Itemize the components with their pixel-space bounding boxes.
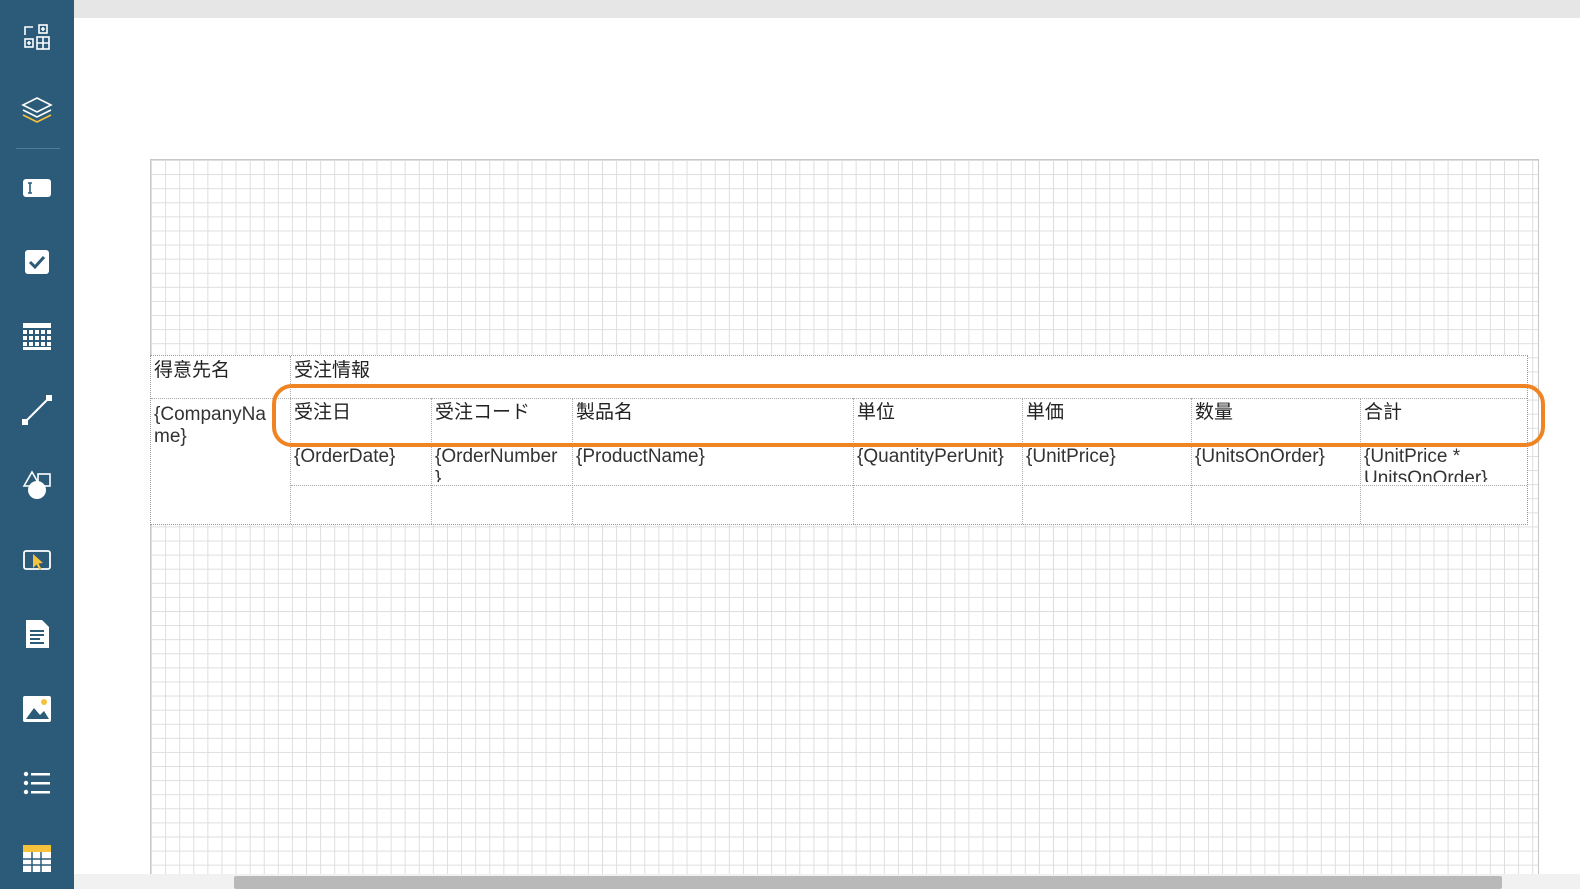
field-total-expression[interactable]: {UnitPrice * UnitsOnOrder} — [1364, 446, 1524, 482]
table-grid-icon[interactable] — [0, 306, 74, 366]
field-product-name[interactable]: {ProductName} — [576, 446, 850, 482]
toolbox-sidebar — [0, 0, 74, 889]
line-icon[interactable] — [0, 380, 74, 440]
column-header-highlight — [272, 384, 1545, 447]
field-unit-price[interactable]: {UnitPrice} — [1026, 446, 1188, 482]
field-unit-price-text: {UnitPrice} — [1026, 446, 1116, 467]
header-customer-name[interactable]: 得意先名 — [154, 360, 230, 382]
field-total-line1: {UnitPrice * — [1364, 446, 1461, 467]
tablix-icon[interactable] — [0, 828, 74, 888]
customer-name-field-line1: {CompanyNa — [154, 404, 266, 425]
image-icon[interactable] — [0, 679, 74, 739]
field-order-number[interactable]: {OrderNumber } — [435, 446, 569, 482]
sidebar-separator — [16, 148, 60, 149]
richtext-icon[interactable] — [0, 604, 74, 664]
shape-icon[interactable] — [0, 455, 74, 515]
customer-name-field-line2: me} — [154, 426, 187, 447]
textbox-icon[interactable] — [0, 158, 74, 218]
field-quantity-per-unit[interactable]: {QuantityPerUnit} — [857, 446, 1019, 482]
top-toolbar-strip — [74, 0, 1580, 18]
header-order-info[interactable]: 受注情報 — [294, 360, 370, 382]
field-order-date[interactable]: {OrderDate} — [294, 446, 428, 482]
field-units-on-order-text: {UnitsOnOrder} — [1195, 446, 1325, 467]
layers-icon[interactable] — [0, 80, 74, 140]
list-icon[interactable] — [0, 753, 74, 813]
checkbox-icon[interactable] — [0, 232, 74, 292]
field-order-number-line2: } — [435, 468, 442, 482]
field-product-name-text: {ProductName} — [576, 446, 705, 467]
horizontal-scrollbar-thumb[interactable] — [234, 876, 1502, 889]
field-quantity-per-unit-text: {QuantityPerUnit} — [857, 446, 1004, 467]
row-divider — [291, 485, 1527, 486]
field-units-on-order[interactable]: {UnitsOnOrder} — [1195, 446, 1357, 482]
input-field-icon[interactable] — [0, 530, 74, 590]
field-order-number-line1: {OrderNumber — [435, 446, 558, 467]
field-order-date-text: {OrderDate} — [294, 446, 396, 467]
field-total-line2: UnitsOnOrder} — [1364, 468, 1488, 482]
components-icon[interactable] — [0, 8, 74, 68]
customer-name-field[interactable]: {CompanyNa me} — [154, 404, 266, 448]
